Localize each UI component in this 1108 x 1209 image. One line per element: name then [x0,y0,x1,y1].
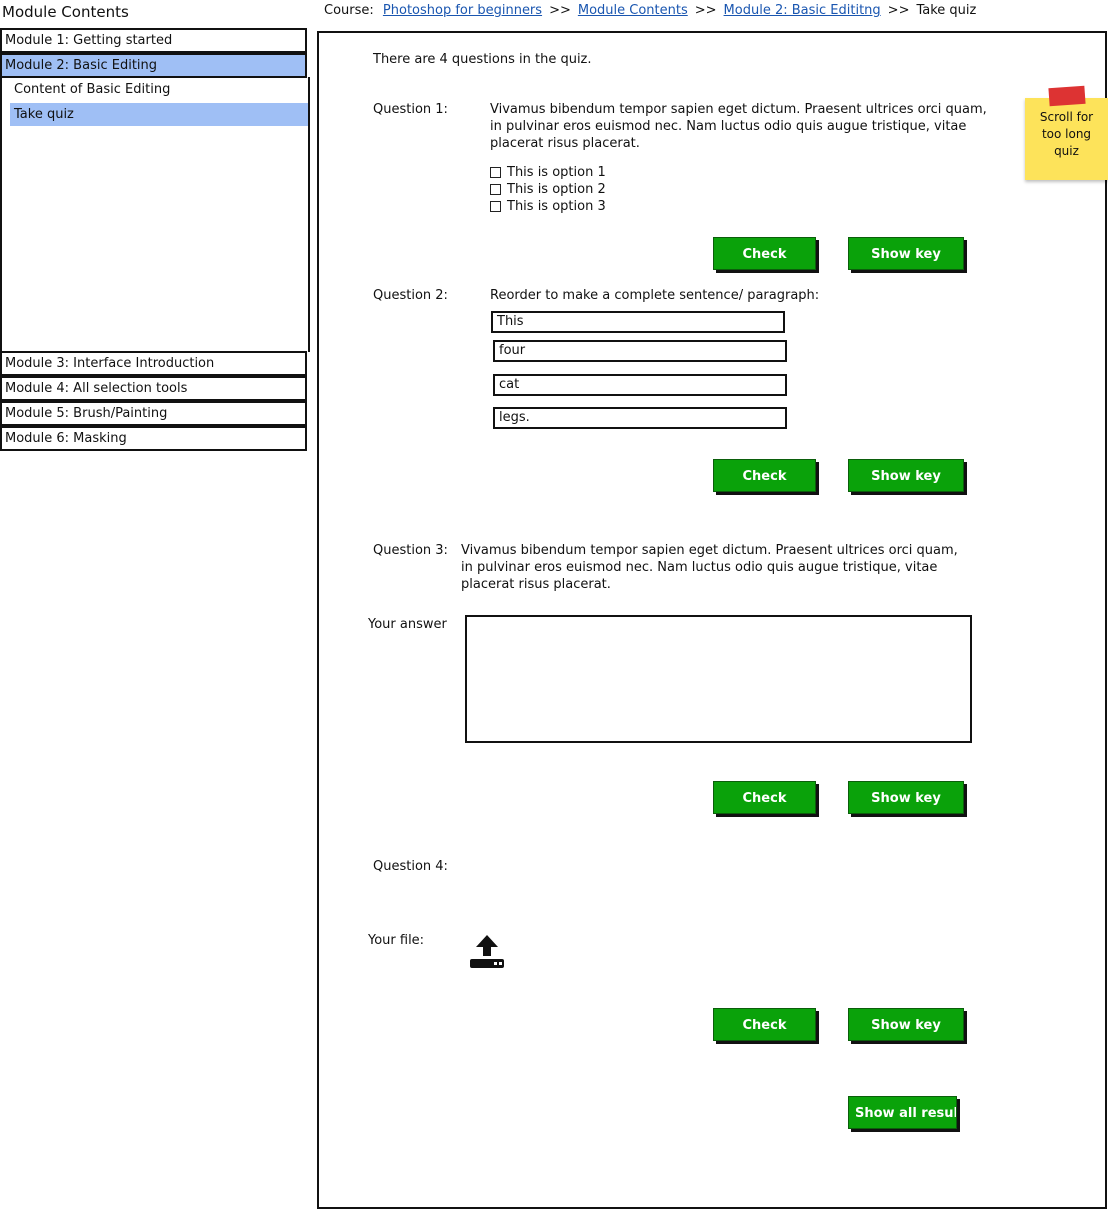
sticky-note: Scroll for too long quiz [1025,98,1108,180]
breadcrumb-current: Take quiz [916,3,977,18]
option-1[interactable]: This is option 1 [490,164,606,181]
question-3-text: Vivamus bibendum tempor sapien eget dict… [461,543,958,592]
module-5-item[interactable]: Module 5: Brush/Painting [0,401,307,426]
module-2-item[interactable]: Module 2: Basic Editing [0,53,307,78]
question-1-text: Vivamus bibendum tempor sapien eget dict… [490,102,987,151]
option-label: This is option 2 [507,182,606,197]
check-button-q2[interactable]: Check [713,459,816,492]
answer-textarea[interactable] [465,615,972,743]
check-button-q1[interactable]: Check [713,237,816,270]
show-all-results-button[interactable]: Show all results [848,1096,957,1129]
checkbox[interactable] [490,167,501,178]
breadcrumb-link-course[interactable]: Photoshop for beginners [383,3,542,18]
reorder-word-4[interactable]: legs. [493,407,787,429]
show-key-button-q2[interactable]: Show key [848,459,964,492]
option-3[interactable]: This is option 3 [490,198,606,215]
breadcrumb: Course: Photoshop for beginners >> Module … [324,3,976,18]
question-3-label: Question 3: [373,543,448,558]
reorder-word-3[interactable]: cat [493,374,787,396]
question-1-label: Question 1: [373,102,448,117]
question-2-label: Question 2: [373,288,448,303]
breadcrumb-separator: >> [549,3,571,18]
reorder-word-2[interactable]: four [493,340,787,362]
submenu-item-content[interactable]: Content of Basic Editing [10,78,308,101]
option-label: This is option 1 [507,165,606,180]
file-label: Your file: [368,933,425,948]
check-button-q4[interactable]: Check [713,1008,816,1041]
module-4-item[interactable]: Module 4: All selection tools [0,376,307,401]
question-4-label: Question 4: [373,859,448,874]
submenu-item-take-quiz[interactable]: Take quiz [10,103,308,126]
breadcrumb-link-module-2[interactable]: Module 2: Basic Edititng [724,3,881,18]
question-2-text: Reorder to make a complete sentence/ par… [490,288,820,303]
quiz-intro: There are 4 questions in the quiz. [373,52,592,67]
checkbox[interactable] [490,184,501,195]
breadcrumb-link-module-contents[interactable]: Module Contents [578,3,688,18]
answer-label: Your answer [368,617,447,632]
breadcrumb-separator: >> [887,3,910,18]
upload-icon[interactable] [468,934,506,970]
breadcrumb-prefix: Course: [324,3,374,18]
show-key-button-q4[interactable]: Show key [848,1008,964,1041]
sticky-note-text: Scroll for too long quiz [1039,110,1094,158]
checkbox[interactable] [490,201,501,212]
module-2-submenu: Content of Basic Editing Take quiz [0,77,310,352]
module-3-item[interactable]: Module 3: Interface Introduction [0,351,307,376]
pin-icon [1048,85,1086,107]
reorder-word-1[interactable]: This [491,311,785,333]
sidebar-title: Module Contents [2,3,129,21]
check-button-q3[interactable]: Check [713,781,816,814]
show-key-button-q1[interactable]: Show key [848,237,964,270]
module-1-item[interactable]: Module 1: Getting started [0,28,307,53]
module-6-item[interactable]: Module 6: Masking [0,426,307,451]
show-key-button-q3[interactable]: Show key [848,781,964,814]
breadcrumb-separator: >> [694,3,717,18]
option-label: This is option 3 [507,199,606,214]
option-2[interactable]: This is option 2 [490,181,606,198]
